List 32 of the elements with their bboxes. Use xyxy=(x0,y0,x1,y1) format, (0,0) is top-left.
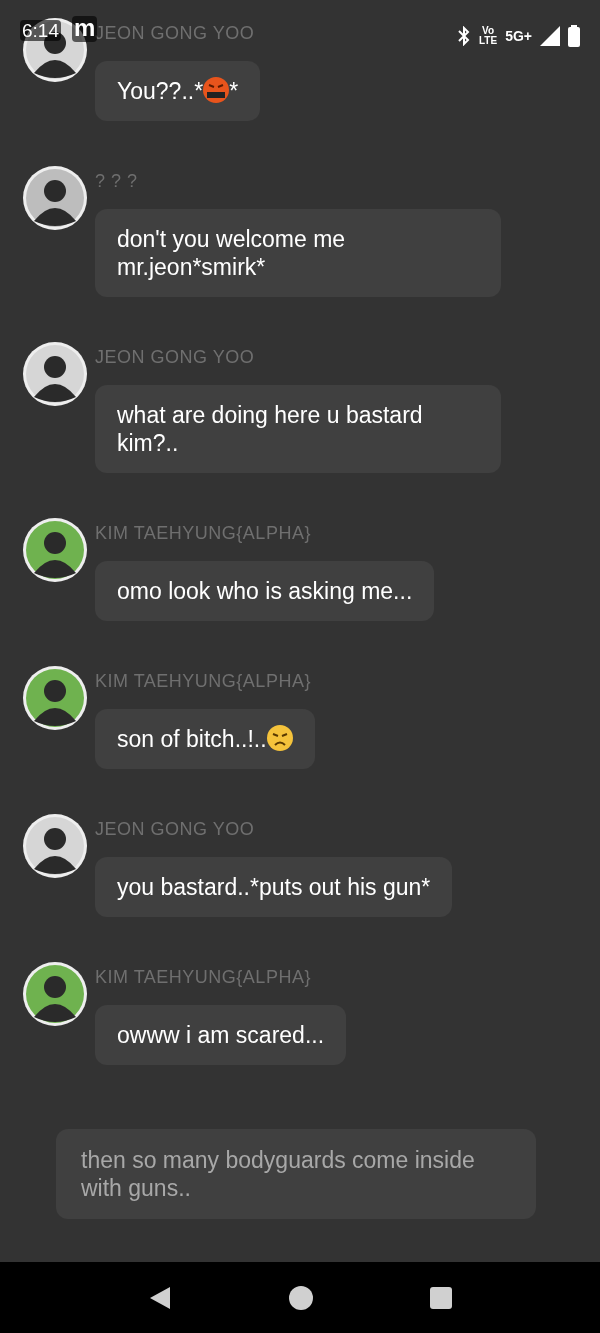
sender-name: KIM TAEHYUNG{ALPHA} xyxy=(95,966,312,989)
message-bubble: what are doing here u bastard kim?.. xyxy=(95,385,501,473)
angry-face-icon xyxy=(266,725,293,751)
network-label: 5G+ xyxy=(505,29,532,43)
avatar[interactable] xyxy=(22,517,88,583)
message-bubble: omo look who is asking me... xyxy=(95,561,435,621)
signal-icon xyxy=(540,26,560,46)
lte-label: LTE xyxy=(479,36,498,46)
sender-name: KIM TAEHYUNG{ALPHA} xyxy=(95,522,312,545)
avatar[interactable] xyxy=(22,165,88,231)
sender-name: JEON GONG YOO xyxy=(95,346,256,369)
home-icon[interactable] xyxy=(288,1284,314,1311)
bluetooth-icon xyxy=(457,26,471,46)
message-bubble: You??..* * xyxy=(95,61,261,121)
sender-name: ? ? ? xyxy=(95,170,139,193)
volte-label: Vo xyxy=(482,26,495,36)
back-icon[interactable] xyxy=(148,1284,172,1311)
sender-name: JEON GONG YOO xyxy=(95,22,256,45)
message-bubble: you bastard..*puts out his gun* xyxy=(95,857,453,917)
battery-icon xyxy=(568,25,580,47)
sender-name: KIM TAEHYUNG{ALPHA} xyxy=(95,670,312,693)
message-bubble: don't you welcome me mr.jeon*smirk* xyxy=(95,209,501,297)
narration-bubble: then so many bodyguards come inside with guns.. xyxy=(56,1129,536,1219)
recents-icon[interactable] xyxy=(430,1286,452,1309)
avatar[interactable] xyxy=(22,813,88,879)
avatar[interactable] xyxy=(22,665,88,731)
avatar[interactable] xyxy=(22,341,88,407)
sender-name: JEON GONG YOO xyxy=(95,818,256,841)
message-bubble: owww i am scared... xyxy=(95,1005,347,1065)
message-bubble: son of bitch..!.. xyxy=(95,709,315,769)
cursing-face-icon xyxy=(203,77,230,103)
avatar[interactable] xyxy=(22,961,88,1027)
